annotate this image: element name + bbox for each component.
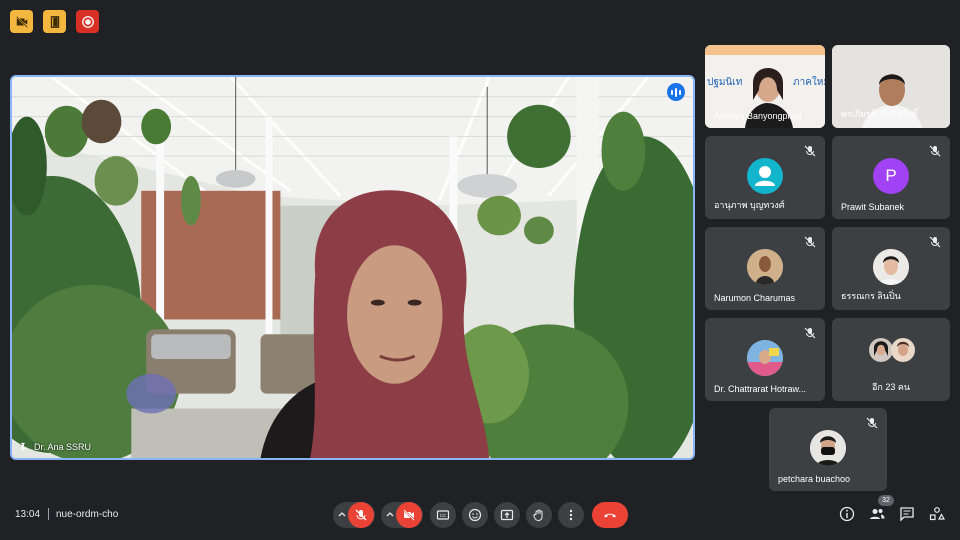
grouped-avatars	[869, 338, 915, 362]
reactions-button[interactable]	[462, 502, 488, 528]
raise-hand-button[interactable]	[526, 502, 552, 528]
avatar-photo	[810, 430, 846, 466]
meeting-control-bar: 13:04 nue-ordm-cho CC	[0, 500, 960, 530]
camera-toggle-button[interactable]	[396, 502, 422, 528]
people-icon[interactable]	[869, 506, 885, 522]
microphone-muted-icon	[804, 327, 816, 339]
participant-name: petchara buachoo	[778, 474, 851, 484]
participant-tile-narumon[interactable]: Narumon Charumas	[705, 227, 825, 310]
svg-text:CC: CC	[440, 513, 447, 518]
speaking-indicator-icon	[667, 83, 685, 101]
divider	[48, 508, 49, 520]
avatar-initial: P	[873, 158, 909, 194]
person-icon	[755, 166, 775, 186]
activities-icon[interactable]	[929, 506, 945, 522]
microphone-muted-icon	[929, 145, 941, 157]
microphone-muted-icon	[804, 236, 816, 248]
meeting-clock: 13:04	[15, 509, 41, 520]
meeting-code[interactable]: nue-ordm-cho	[56, 509, 118, 520]
chevron-up-icon[interactable]	[386, 510, 394, 518]
participant-tile-chattrarat[interactable]: Dr. Chattrarat Hotraw...	[705, 318, 825, 401]
pin-icon[interactable]	[18, 442, 28, 452]
participant-name: Narumon Charumas	[714, 293, 796, 303]
chat-icon[interactable]	[899, 506, 915, 522]
greenhouse-background-image	[12, 77, 693, 458]
main-speaker-name-label: Dr. Ana SSRU	[18, 442, 91, 452]
avatar-photo	[747, 340, 783, 376]
microphone-off-icon	[355, 509, 367, 521]
participant-tile-thannakorn[interactable]: ธรรณกร ลินปิ่น	[832, 227, 950, 310]
participant-tile-others-group[interactable]: อีก 23 คน	[832, 318, 950, 401]
participant-tile-anupap[interactable]: อานุภาพ บุญทวงศ์	[705, 136, 825, 219]
leave-call-button[interactable]	[592, 502, 628, 528]
participant-count-badge: 32	[878, 495, 894, 506]
hang-up-icon	[604, 513, 616, 518]
microphone-muted-icon	[804, 145, 816, 157]
participant-name: Ananya Banyongpisut	[714, 111, 802, 121]
avatar-photo	[873, 249, 909, 285]
microphone-muted-icon	[929, 236, 941, 248]
main-speaker-video[interactable]: Dr. Ana SSRU	[10, 75, 695, 460]
participant-tile-ananya[interactable]: ปฐมนิเท ภาคใหม่ Ananya Banyongpisut	[705, 45, 825, 128]
participant-name: อานุภาพ บุญทวงศ์	[714, 200, 785, 210]
participant-tile-petchara[interactable]: petchara buachoo	[769, 408, 887, 491]
participant-name: Dr. Chattrarat Hotraw...	[714, 384, 807, 394]
record-icon[interactable]	[76, 10, 99, 33]
avatar-photo	[869, 338, 893, 362]
top-left-status-icons	[10, 10, 99, 33]
meeting-info-icon[interactable]	[839, 506, 855, 522]
hand-icon	[533, 509, 543, 522]
no-camera-icon[interactable]	[10, 10, 33, 33]
camera-off-icon	[403, 509, 415, 521]
others-count-label: อีก 23 คน	[872, 382, 911, 392]
microphone-muted-icon	[866, 417, 878, 429]
speaker-name: Dr. Ana SSRU	[34, 442, 92, 452]
chevron-up-icon[interactable]	[338, 510, 346, 518]
more-options-button[interactable]	[558, 502, 584, 528]
avatar	[747, 158, 783, 194]
emoji-icon	[468, 508, 482, 522]
avatar-photo	[747, 249, 783, 285]
microphone-toggle-button[interactable]	[348, 502, 374, 528]
participant-name: Prawit Subanek	[841, 202, 905, 212]
slide-text: ปฐมนิเท	[707, 77, 742, 88]
participant-name: ธรรณกร ลินปิ่น	[841, 291, 901, 301]
closed-captions-icon: CC	[436, 510, 450, 520]
participant-tile-prawit[interactable]: P Prawit Subanek	[832, 136, 950, 219]
more-vert-icon	[569, 509, 573, 521]
present-screen-button[interactable]	[494, 502, 520, 528]
captions-button[interactable]: CC	[430, 502, 456, 528]
svg-text:ภาคใหม่: ภาคใหม่	[793, 76, 825, 88]
avatar-photo	[891, 338, 915, 362]
participant-name: พรเกียรติ ภักดีสวัสดิ์	[841, 109, 918, 119]
present-screen-icon	[500, 509, 514, 521]
door-icon[interactable]	[43, 10, 66, 33]
participant-tile-pornkiat[interactable]: พรเกียรติ ภักดีสวัสดิ์	[832, 45, 950, 128]
